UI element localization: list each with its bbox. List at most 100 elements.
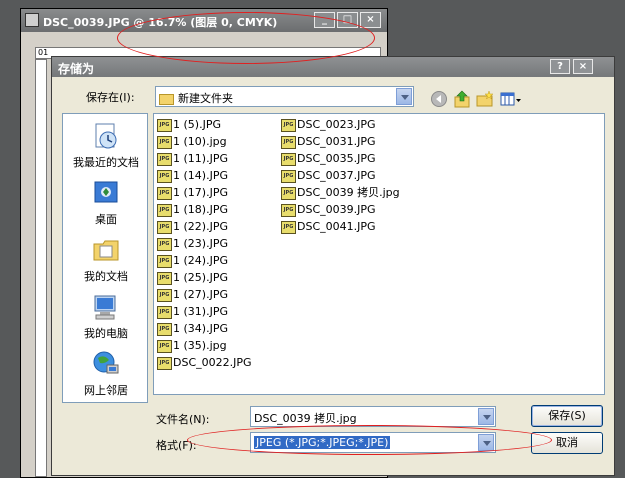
file-name: 1 (10).jpg bbox=[173, 135, 227, 148]
file-name: 1 (24).JPG bbox=[173, 254, 228, 267]
jpg-file-icon: JPG bbox=[281, 152, 296, 166]
places-bar: 我最近的文档 桌面 我的文档 我的电脑 网上邻居 bbox=[62, 113, 148, 403]
jpg-file-icon: JPG bbox=[157, 322, 172, 336]
filename-input[interactable]: DSC_0039 拷贝.jpg bbox=[250, 406, 496, 427]
jpg-file-icon: JPG bbox=[157, 152, 172, 166]
file-item[interactable]: JPG 1 (24).JPG bbox=[157, 253, 228, 269]
file-name: 1 (11).JPG bbox=[173, 152, 228, 165]
file-name: DSC_0023.JPG bbox=[297, 118, 376, 131]
jpg-file-icon: JPG bbox=[281, 118, 296, 132]
place-label: 我的电脑 bbox=[84, 327, 128, 340]
place-label: 我最近的文档 bbox=[73, 156, 139, 169]
chevron-down-icon[interactable] bbox=[396, 88, 412, 105]
file-item[interactable]: JPG 1 (18).JPG bbox=[157, 202, 228, 218]
filename-dropdown-arrow[interactable] bbox=[478, 408, 494, 425]
file-item[interactable]: JPG 1 (5).JPG bbox=[157, 117, 221, 133]
view-menu-icon[interactable] bbox=[500, 90, 522, 108]
file-item[interactable]: JPG 1 (17).JPG bbox=[157, 185, 228, 201]
my-computer-icon bbox=[94, 295, 116, 320]
file-name: 1 (31).JPG bbox=[173, 305, 228, 318]
photoshop-document-icon bbox=[25, 13, 39, 27]
file-item[interactable]: JPG 1 (14).JPG bbox=[157, 168, 228, 184]
place-my-computer[interactable]: 我的电脑 bbox=[63, 292, 149, 341]
file-item[interactable]: JPG DSC_0037.JPG bbox=[281, 168, 376, 184]
file-item[interactable]: JPG DSC_0039 拷贝.jpg bbox=[281, 185, 400, 201]
file-item[interactable]: JPG DSC_0031.JPG bbox=[281, 134, 376, 150]
close-button[interactable]: × bbox=[360, 12, 381, 28]
file-item[interactable]: JPG 1 (27).JPG bbox=[157, 287, 228, 303]
file-item[interactable]: JPG DSC_0039.JPG bbox=[281, 202, 376, 218]
jpg-file-icon: JPG bbox=[157, 254, 172, 268]
save-in-label: 保存在(I): bbox=[86, 91, 135, 104]
minimize-button[interactable]: _ bbox=[314, 12, 335, 28]
place-network-places[interactable]: 网上邻居 bbox=[63, 349, 149, 398]
jpg-file-icon: JPG bbox=[157, 271, 172, 285]
file-item[interactable]: JPG DSC_0035.JPG bbox=[281, 151, 376, 167]
dialog-titlebar[interactable]: 存储为 ? × bbox=[52, 57, 614, 77]
file-item[interactable]: JPG 1 (11).JPG bbox=[157, 151, 228, 167]
jpg-file-icon: JPG bbox=[281, 135, 296, 149]
place-label: 网上邻居 bbox=[84, 384, 128, 397]
jpg-file-icon: JPG bbox=[157, 203, 172, 217]
jpg-file-icon: JPG bbox=[157, 305, 172, 319]
my-documents-icon bbox=[93, 240, 119, 261]
background-window-title: DSC_0039.JPG @ 16.7% (图层 0, CMYK) bbox=[43, 16, 278, 29]
file-name: 1 (14).JPG bbox=[173, 169, 228, 182]
file-name: 1 (23).JPG bbox=[173, 237, 228, 250]
maximize-button[interactable]: □ bbox=[337, 12, 358, 28]
save-in-dropdown[interactable]: 新建文件夹 bbox=[155, 86, 414, 107]
format-dropdown[interactable]: JPEG (*.JPG;*.JPEG;*.JPE) bbox=[250, 432, 496, 453]
file-name: DSC_0039 拷贝.jpg bbox=[297, 186, 400, 199]
file-name: 1 (34).JPG bbox=[173, 322, 228, 335]
jpg-file-icon: JPG bbox=[157, 169, 172, 183]
cancel-button[interactable]: 取消 bbox=[531, 432, 603, 454]
up-one-level-icon[interactable] bbox=[453, 90, 471, 108]
place-label: 我的文档 bbox=[84, 270, 128, 283]
jpg-file-icon: JPG bbox=[281, 169, 296, 183]
file-item[interactable]: JPG 1 (23).JPG bbox=[157, 236, 228, 252]
help-button[interactable]: ? bbox=[550, 59, 570, 74]
file-name: 1 (17).JPG bbox=[173, 186, 228, 199]
file-item[interactable]: JPG DSC_0023.JPG bbox=[281, 117, 376, 133]
jpg-file-icon: JPG bbox=[157, 356, 172, 370]
file-list[interactable]: JPG 1 (5).JPG JPG 1 (10).jpg JPG 1 (11).JPG JP… bbox=[153, 113, 605, 395]
file-item[interactable]: JPG 1 (10).jpg bbox=[157, 134, 227, 150]
recent-documents-icon bbox=[95, 123, 117, 149]
new-folder-icon[interactable] bbox=[476, 90, 494, 108]
dialog-title: 存储为 bbox=[58, 62, 95, 76]
file-item[interactable]: JPG DSC_0022.JPG bbox=[157, 355, 252, 371]
network-places-icon bbox=[93, 351, 119, 374]
place-label: 桌面 bbox=[95, 213, 117, 226]
file-name: DSC_0022.JPG bbox=[173, 356, 252, 369]
place-recent-documents[interactable]: 我最近的文档 bbox=[63, 121, 149, 170]
file-name: 1 (27).JPG bbox=[173, 288, 228, 301]
file-name: DSC_0041.JPG bbox=[297, 220, 376, 233]
back-icon[interactable] bbox=[430, 90, 448, 108]
file-item[interactable]: JPG 1 (31).JPG bbox=[157, 304, 228, 320]
jpg-file-icon: JPG bbox=[281, 220, 296, 234]
ruler-mark: 01 bbox=[38, 48, 49, 57]
jpg-file-icon: JPG bbox=[157, 220, 172, 234]
folder-icon bbox=[159, 93, 174, 105]
desktop-icon bbox=[94, 181, 118, 203]
background-window-titlebar[interactable]: DSC_0039.JPG @ 16.7% (图层 0, CMYK) _ □ × bbox=[21, 9, 387, 32]
filename-label: 文件名(N): bbox=[156, 413, 210, 426]
save-button[interactable]: 保存(S) bbox=[531, 405, 603, 427]
file-item[interactable]: JPG 1 (35).jpg bbox=[157, 338, 227, 354]
file-item[interactable]: JPG 1 (34).JPG bbox=[157, 321, 228, 337]
file-item[interactable]: JPG DSC_0041.JPG bbox=[281, 219, 376, 235]
file-name: 1 (35).jpg bbox=[173, 339, 227, 352]
file-name: 1 (25).JPG bbox=[173, 271, 228, 284]
file-name: DSC_0039.JPG bbox=[297, 203, 376, 216]
place-desktop[interactable]: 桌面 bbox=[63, 178, 149, 227]
file-item[interactable]: JPG 1 (22).JPG bbox=[157, 219, 228, 235]
file-name: DSC_0035.JPG bbox=[297, 152, 376, 165]
format-value: JPEG (*.JPG;*.JPEG;*.JPE) bbox=[254, 436, 391, 449]
place-my-documents[interactable]: 我的文档 bbox=[63, 235, 149, 284]
dialog-close-button[interactable]: × bbox=[573, 59, 593, 74]
jpg-file-icon: JPG bbox=[157, 288, 172, 302]
file-name: 1 (18).JPG bbox=[173, 203, 228, 216]
format-dropdown-arrow[interactable] bbox=[478, 434, 494, 451]
jpg-file-icon: JPG bbox=[157, 237, 172, 251]
file-item[interactable]: JPG 1 (25).JPG bbox=[157, 270, 228, 286]
